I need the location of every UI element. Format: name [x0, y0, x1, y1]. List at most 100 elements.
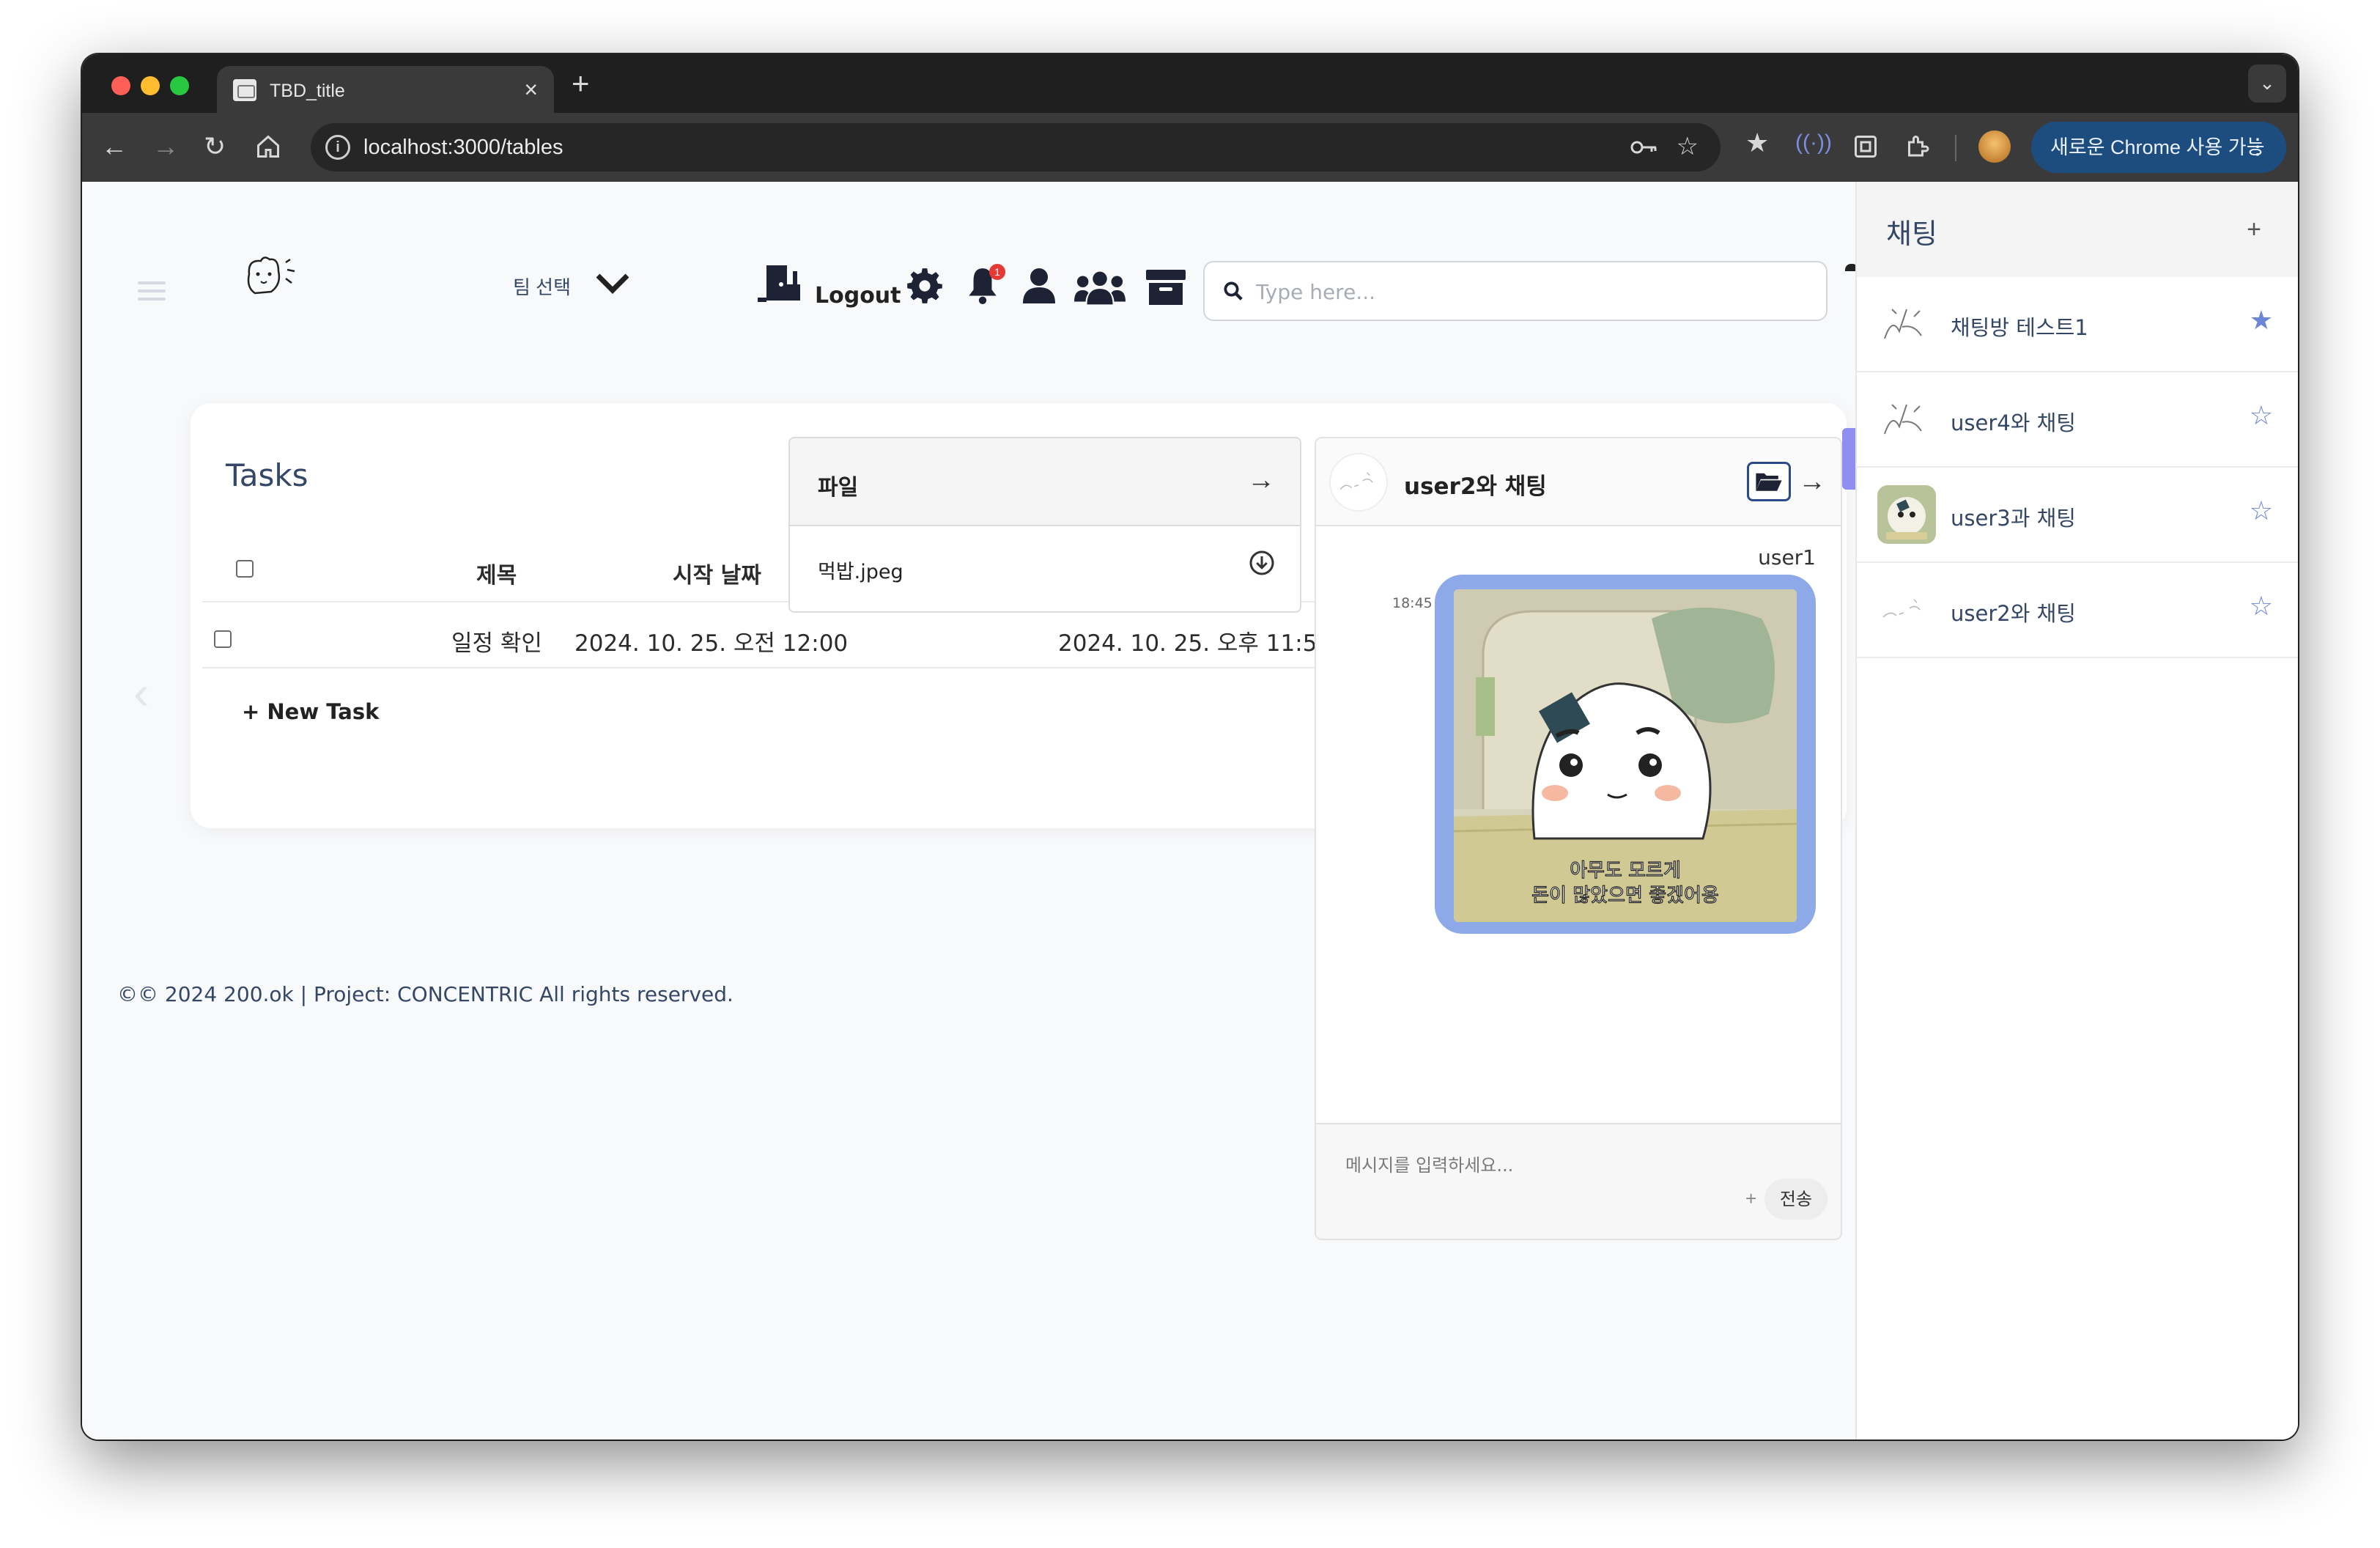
column-header-start-date[interactable]: 시작 날짜 [673, 557, 761, 589]
chat-room-item[interactable]: 채팅방 테스트1 ★ [1857, 277, 2298, 372]
chat-list-panel: 채팅 + 채팅방 테스트1 ★ user4와 채팅 ☆ user3과 채팅 ☆ … [1855, 182, 2298, 1440]
team-select-label[interactable]: 팀 선택 [513, 273, 571, 300]
file-panel-header: 파일 → [790, 438, 1300, 526]
close-window-button[interactable] [111, 76, 130, 95]
new-tab-button[interactable]: + [572, 66, 590, 101]
image-caption-line2: 돈이 많았으면 좋겠어용 [1531, 885, 1719, 907]
select-all-checkbox[interactable] [236, 560, 254, 578]
room-thumbnail [1877, 485, 1936, 544]
folder-open-icon [1756, 473, 1782, 491]
arrow-right-icon[interactable]: → [1798, 466, 1826, 498]
url-text[interactable]: localhost:3000/tables [363, 136, 563, 160]
chrome-update-button[interactable]: 새로운 Chrome 사용 가능 ⋮ [2031, 122, 2286, 173]
chat-room-item[interactable]: user4와 채팅 ☆ [1857, 372, 2298, 468]
image-caption-line1: 아무도 모르게 [1570, 860, 1681, 882]
favorite-star-icon[interactable]: ☆ [2250, 495, 2273, 526]
gear-icon[interactable] [906, 267, 944, 305]
tab-search-button[interactable]: ⌄ [2248, 64, 2286, 103]
file-name[interactable]: 먹밥.jpeg [818, 556, 903, 584]
tasks-title: Tasks [226, 457, 308, 493]
room-name: user3과 채팅 [1951, 506, 2076, 531]
site-info-icon[interactable]: i [325, 135, 350, 160]
arrow-right-icon[interactable]: → [1247, 465, 1275, 496]
favorite-star-icon[interactable]: ☆ [2250, 400, 2273, 431]
message-sender: user1 [1758, 545, 1816, 570]
tab-close-icon[interactable]: × [524, 76, 538, 103]
logout-button[interactable]: Logout [815, 283, 901, 309]
notification-badge: 1 [989, 264, 1005, 280]
task-start-cell: 2024. 10. 25. 오전 12:00 [574, 630, 849, 657]
chevron-down-icon[interactable] [594, 267, 632, 301]
chat-list-title: 채팅 [1886, 218, 1937, 250]
task-title-cell[interactable]: 일정 확인 [451, 624, 542, 657]
row-checkbox[interactable] [214, 630, 232, 648]
room-thumbnail [1877, 390, 1936, 449]
file-panel: 파일 → 먹밥.jpeg [788, 437, 1301, 613]
reload-icon[interactable]: ↻ [204, 132, 226, 161]
title-bar: TBD_title × + ⌄ [82, 54, 2298, 113]
table-divider [202, 667, 1331, 668]
archive-box-icon[interactable] [1146, 270, 1186, 305]
room-thumbnail [1877, 580, 1936, 639]
carousel-left-arrow-icon[interactable]: ‹ [133, 666, 149, 720]
address-bar[interactable]: i localhost:3000/tables ☆ [311, 123, 1721, 172]
back-arrow-icon[interactable]: ← [101, 132, 128, 161]
message-time: 18:45 [1392, 595, 1433, 611]
minimize-window-button[interactable] [141, 76, 160, 95]
home-icon[interactable] [255, 133, 281, 160]
add-chat-button[interactable]: + [2247, 215, 2261, 244]
download-icon[interactable] [1249, 550, 1275, 576]
chat-window: user2와 채팅 → user1 18:45 아무도 모르게 돈이 많았으면 … [1315, 437, 1842, 1240]
page-viewport: 팀 선택 Logout 1 Type here... Tasks 제목 시작 날… [82, 182, 2298, 1440]
app-logo[interactable] [242, 252, 300, 303]
browser-window: TBD_title × + ⌄ ← → ↻ i localhost:3000/t… [82, 54, 2298, 1440]
search-input[interactable] [1256, 276, 1798, 308]
task-end-cell: 2024. 10. 25. 오후 11:59 [1058, 630, 1332, 657]
hamburger-menu-icon[interactable] [138, 281, 166, 306]
more-menu-icon[interactable]: ⋮ [2247, 122, 2269, 173]
send-button[interactable]: 전송 [1764, 1179, 1828, 1220]
chat-list-header: 채팅 + [1857, 182, 2298, 277]
room-thumbnail [1877, 295, 1936, 353]
update-label: 새로운 Chrome 사용 가능 [2050, 136, 2265, 158]
search-icon [1224, 281, 1243, 301]
tab-title: TBD_title [270, 81, 345, 101]
user-profile-icon[interactable] [1021, 267, 1057, 305]
column-header-title[interactable]: 제목 [476, 557, 517, 589]
attach-plus-icon[interactable]: + [1745, 1187, 1756, 1210]
chat-room-item[interactable]: user3과 채팅 ☆ [1857, 468, 2298, 563]
favorite-star-icon[interactable]: ★ [2250, 305, 2273, 336]
profile-avatar[interactable] [1978, 130, 2011, 163]
chat-avatar [1329, 453, 1388, 512]
maximize-window-button[interactable] [170, 76, 189, 95]
bookmarks-star-icon[interactable]: ★ [1745, 128, 1769, 158]
message-input[interactable] [1345, 1151, 1726, 1180]
room-name: 채팅방 테스트1 [1951, 315, 2088, 340]
extension-broadcast-icon[interactable]: ((·)) [1795, 130, 1832, 155]
folder-button[interactable] [1747, 462, 1791, 501]
toolbar-divider [1955, 135, 1956, 161]
chat-title: user2와 채팅 [1404, 473, 1547, 500]
bookmark-star-icon[interactable]: ☆ [1677, 132, 1699, 161]
password-key-icon[interactable] [1630, 136, 1659, 158]
browser-tab[interactable]: TBD_title × [217, 66, 554, 113]
favorite-star-icon[interactable]: ☆ [2250, 591, 2273, 622]
message-image[interactable]: 아무도 모르게 돈이 많았으면 좋겠어용 [1454, 589, 1797, 922]
file-panel-title: 파일 [818, 475, 859, 501]
favicon-icon [233, 79, 256, 101]
room-name: user2와 채팅 [1951, 601, 2076, 626]
new-task-button[interactable]: + New Task [242, 699, 379, 724]
extensions-puzzle-icon[interactable] [1904, 133, 1930, 160]
chat-input-area: + 전송 [1316, 1123, 1841, 1239]
footer-copyright: ©© 2024 200.ok | Project: CONCENTRIC All… [117, 982, 733, 1006]
team-users-icon[interactable] [1074, 270, 1126, 305]
extension-screenshot-icon[interactable] [1852, 133, 1879, 160]
forward-arrow-icon[interactable]: → [152, 132, 179, 161]
chat-room-item[interactable]: user2와 채팅 ☆ [1857, 563, 2298, 658]
browser-toolbar: ← → ↻ i localhost:3000/tables ☆ ★ ((·)) … [82, 113, 2298, 182]
room-name: user4와 채팅 [1951, 410, 2076, 435]
message-bubble[interactable]: 아무도 모르게 돈이 많았으면 좋겠어용 [1435, 575, 1816, 934]
search-bar[interactable] [1203, 261, 1828, 321]
logout-door-icon[interactable] [756, 262, 808, 303]
chat-header: user2와 채팅 → [1316, 438, 1841, 526]
